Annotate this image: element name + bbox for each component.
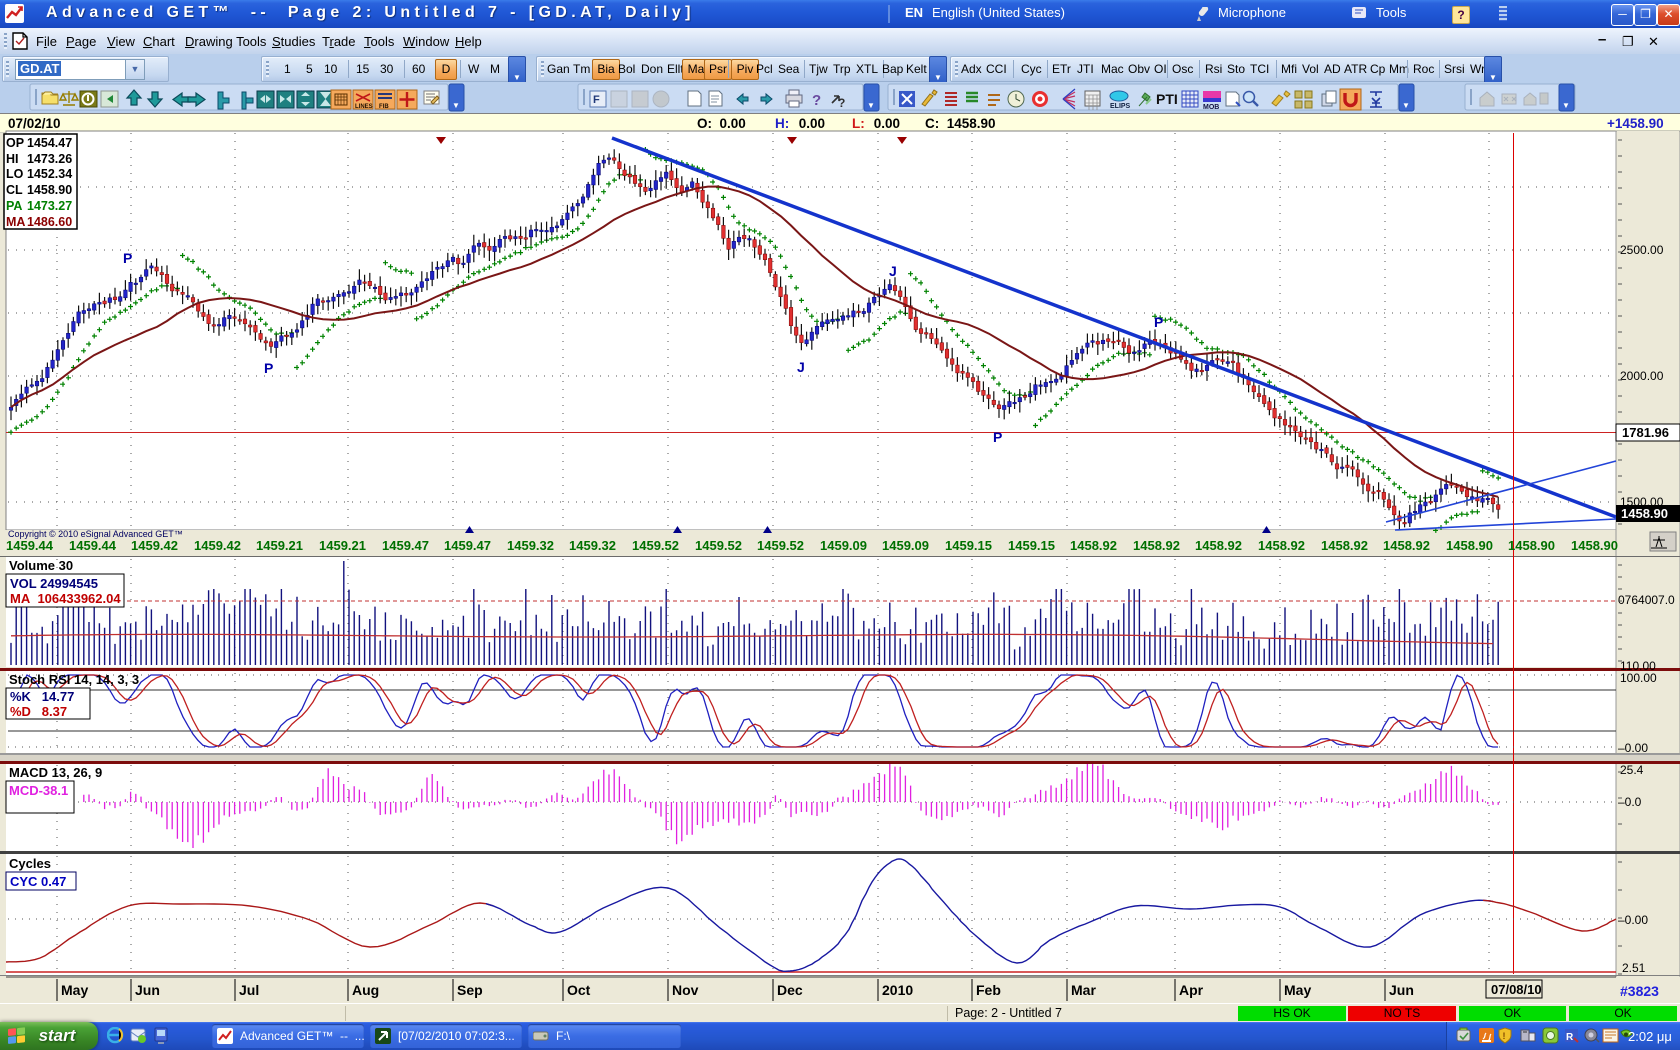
svg-text:1458.92: 1458.92 bbox=[1133, 538, 1180, 553]
svg-text:1459.32: 1459.32 bbox=[569, 538, 616, 553]
svg-text:2010: 2010 bbox=[882, 982, 913, 998]
svg-text:PA: PA bbox=[6, 199, 22, 213]
svg-text:LO: LO bbox=[6, 167, 24, 181]
svg-text:1459.32: 1459.32 bbox=[507, 538, 554, 553]
svg-text:Oct: Oct bbox=[567, 982, 591, 998]
svg-text:HI: HI bbox=[6, 152, 19, 166]
svg-text:1459.09: 1459.09 bbox=[820, 538, 867, 553]
svg-text:1459.44: 1459.44 bbox=[69, 538, 117, 553]
svg-text:▼: ▼ bbox=[1562, 101, 1570, 110]
svg-text:–0.00: –0.00 bbox=[1618, 741, 1648, 755]
svg-text:PTI: PTI bbox=[1156, 91, 1178, 107]
svg-text:2:02 μμ: 2:02 μμ bbox=[1628, 1029, 1672, 1044]
svg-text:0764007.0: 0764007.0 bbox=[1618, 593, 1675, 607]
svg-text:Jul: Jul bbox=[239, 982, 259, 998]
svg-text:1473.26: 1473.26 bbox=[27, 152, 72, 166]
svg-text:1473.27: 1473.27 bbox=[27, 199, 72, 213]
svg-text:1459.15: 1459.15 bbox=[1008, 538, 1055, 553]
svg-text:%K 14.77: %K 14.77 bbox=[10, 689, 74, 704]
svg-text:MA: MA bbox=[6, 215, 25, 229]
svg-text:1459.42: 1459.42 bbox=[131, 538, 178, 553]
svg-text:1458.92: 1458.92 bbox=[1070, 538, 1117, 553]
svg-text:2000.00: 2000.00 bbox=[1620, 369, 1664, 383]
svg-text:1458.90: 1458.90 bbox=[1621, 506, 1668, 521]
svg-text:Stoch RSI 14, 14, 3, 3: Stoch RSI 14, 14, 3, 3 bbox=[9, 672, 139, 687]
svg-text:25.4: 25.4 bbox=[1620, 763, 1644, 777]
svg-text:%D 8.37: %D 8.37 bbox=[10, 704, 67, 719]
svg-text:1459.15: 1459.15 bbox=[945, 538, 992, 553]
svg-text:1458.90: 1458.90 bbox=[1446, 538, 1493, 553]
svg-text:Feb: Feb bbox=[976, 982, 1001, 998]
svg-text:Jun: Jun bbox=[1389, 982, 1414, 998]
svg-text:1459.44: 1459.44 bbox=[6, 538, 54, 553]
svg-text:–0.0: –0.0 bbox=[1618, 795, 1642, 809]
svg-text:–0.00: –0.00 bbox=[1618, 913, 1648, 927]
svg-text:P: P bbox=[993, 429, 1002, 445]
svg-text:May: May bbox=[1284, 982, 1311, 998]
svg-text:1452.34: 1452.34 bbox=[27, 167, 72, 181]
svg-text:MA 106433962.04: MA 106433962.04 bbox=[10, 591, 121, 606]
svg-text:1459.52: 1459.52 bbox=[757, 538, 804, 553]
svg-text:1458.90: 1458.90 bbox=[1571, 538, 1618, 553]
svg-text:1458.90: 1458.90 bbox=[1508, 538, 1555, 553]
svg-text:1459.52: 1459.52 bbox=[632, 538, 679, 553]
svg-text:100.00: 100.00 bbox=[1620, 671, 1657, 685]
svg-text:1459.47: 1459.47 bbox=[382, 538, 429, 553]
svg-text:Mar: Mar bbox=[1071, 982, 1096, 998]
svg-text:▼: ▼ bbox=[867, 101, 875, 110]
svg-text:1459.21: 1459.21 bbox=[319, 538, 366, 553]
svg-text:?: ? bbox=[838, 96, 845, 110]
svg-text:1454.47: 1454.47 bbox=[27, 136, 72, 150]
svg-text:MCD-38.1: MCD-38.1 bbox=[9, 783, 68, 798]
svg-text:1458.92: 1458.92 bbox=[1383, 538, 1430, 553]
svg-text:Jun: Jun bbox=[135, 982, 160, 998]
svg-text:J: J bbox=[889, 263, 897, 279]
svg-text:J: J bbox=[797, 359, 805, 375]
svg-text:May: May bbox=[61, 982, 88, 998]
svg-text:MACD 13, 26, 9: MACD 13, 26, 9 bbox=[9, 765, 102, 780]
svg-text:Dec: Dec bbox=[777, 982, 803, 998]
svg-text:1459.47: 1459.47 bbox=[444, 538, 491, 553]
svg-text:1459.42: 1459.42 bbox=[194, 538, 241, 553]
svg-text:Apr: Apr bbox=[1179, 982, 1204, 998]
svg-text:VOL 24994545: VOL 24994545 bbox=[10, 576, 98, 591]
svg-text:2.51: 2.51 bbox=[1622, 961, 1646, 975]
svg-text:1486.60: 1486.60 bbox=[27, 215, 72, 229]
svg-text:Nov: Nov bbox=[672, 982, 699, 998]
svg-text:P: P bbox=[264, 360, 273, 376]
svg-text:R: R bbox=[1566, 1032, 1574, 1043]
svg-text:P: P bbox=[123, 250, 132, 266]
svg-text:CYC 0.47: CYC 0.47 bbox=[10, 874, 66, 889]
svg-text:CL: CL bbox=[6, 183, 23, 197]
svg-text:Volume 30: Volume 30 bbox=[9, 558, 73, 573]
svg-text:1459.21: 1459.21 bbox=[256, 538, 303, 553]
svg-text:P: P bbox=[1154, 314, 1163, 330]
svg-text:2500.00: 2500.00 bbox=[1620, 243, 1664, 257]
svg-text:Cycles: Cycles bbox=[9, 856, 51, 871]
svg-text:▼: ▼ bbox=[452, 101, 460, 110]
svg-text:#3823: #3823 bbox=[1620, 983, 1659, 999]
svg-text:1458.92: 1458.92 bbox=[1321, 538, 1368, 553]
svg-text:1458.90: 1458.90 bbox=[27, 183, 72, 197]
svg-text:?: ? bbox=[812, 92, 821, 109]
svg-text:OP: OP bbox=[6, 136, 24, 150]
svg-text:ELIPS: ELIPS bbox=[1110, 103, 1131, 110]
svg-text:F: F bbox=[593, 94, 600, 106]
svg-text:▼: ▼ bbox=[1402, 101, 1410, 110]
svg-text:1459.09: 1459.09 bbox=[882, 538, 929, 553]
svg-text:1781.96: 1781.96 bbox=[1622, 425, 1669, 440]
svg-text:Aug: Aug bbox=[352, 982, 379, 998]
svg-text:Sep: Sep bbox=[457, 982, 483, 998]
svg-text:1459.52: 1459.52 bbox=[695, 538, 742, 553]
svg-text:1458.92: 1458.92 bbox=[1195, 538, 1242, 553]
svg-text:07/08/10: 07/08/10 bbox=[1491, 982, 1542, 997]
svg-text:1458.92: 1458.92 bbox=[1258, 538, 1305, 553]
svg-text:!: ! bbox=[1503, 1031, 1506, 1041]
